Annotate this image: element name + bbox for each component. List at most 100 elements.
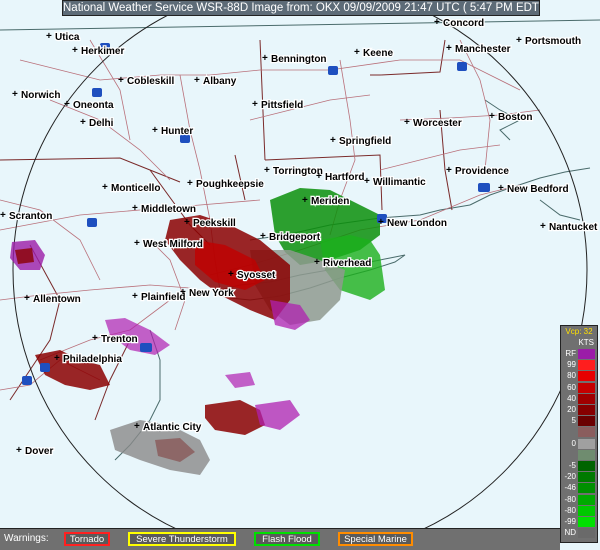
warning-special-marine[interactable]: Special Marine xyxy=(338,532,413,546)
city-label: Bennington xyxy=(271,54,327,65)
warnings-bar: Warnings: Tornado Severe Thunderstorm Fl… xyxy=(0,528,560,550)
city-label: Nantucket xyxy=(549,222,598,233)
city-label: Hunter xyxy=(161,126,193,137)
city-label: Middletown xyxy=(141,204,196,215)
city-label: Hartford xyxy=(325,172,364,183)
legend-row-label: 99 xyxy=(567,360,576,370)
city-label: West Milford xyxy=(143,239,203,250)
shield-78-icon xyxy=(22,376,32,385)
city-marker-icon: + xyxy=(262,53,268,64)
legend-row-label: 80 xyxy=(567,371,576,381)
warning-severe-thunderstorm-label: Severe Thunderstorm xyxy=(136,534,228,545)
radar-map: + Concord+ Utica+ Herkimer+ Bennington+ Keene… xyxy=(0,0,600,550)
city-marker-icon: + xyxy=(316,171,322,182)
shield-93-icon xyxy=(457,62,467,71)
radar-header: National Weather Service WSR-88D Image f… xyxy=(62,0,540,16)
warning-severe-thunderstorm[interactable]: Severe Thunderstorm xyxy=(128,532,236,546)
city-marker-icon: + xyxy=(446,165,452,176)
city-marker-icon: + xyxy=(354,47,360,58)
legend-row: ND xyxy=(561,527,597,539)
city-marker-icon: + xyxy=(330,135,336,146)
legend-row-label: -46 xyxy=(564,483,576,493)
city-label: Concord xyxy=(443,18,484,29)
echo-west-red xyxy=(15,248,34,264)
city-marker-icon: + xyxy=(80,117,86,128)
warning-special-marine-label: Special Marine xyxy=(344,534,407,545)
legend-row: -20 xyxy=(561,471,597,483)
city-label: Trenton xyxy=(101,334,138,345)
legend-swatch xyxy=(578,517,595,527)
legend-row: 0 xyxy=(561,438,597,450)
legend-mode: Vcp: 32 xyxy=(565,327,593,336)
city-marker-icon: + xyxy=(0,210,6,221)
city-marker-icon: + xyxy=(16,445,22,456)
city-marker-icon: + xyxy=(378,217,384,228)
legend-row-label: RF xyxy=(565,349,576,358)
legend-row xyxy=(561,426,597,438)
city-label: Portsmouth xyxy=(525,36,581,47)
city-marker-icon: + xyxy=(54,353,60,364)
legend-swatch xyxy=(578,472,595,483)
city-marker-icon: + xyxy=(302,195,308,206)
city-label: New London xyxy=(387,218,447,229)
city-marker-icon: + xyxy=(24,293,30,304)
legend-row: -46 xyxy=(561,482,597,494)
city-marker-icon: + xyxy=(132,203,138,214)
city-marker-icon: + xyxy=(72,45,78,56)
city-label: Keene xyxy=(363,48,393,59)
legend-swatch xyxy=(578,405,595,415)
warnings-label: Warnings: xyxy=(4,533,49,544)
legend-row: 60 xyxy=(561,382,597,394)
legend-row-label: 40 xyxy=(567,393,576,403)
warning-flash-flood[interactable]: Flash Flood xyxy=(254,532,320,546)
legend-swatch xyxy=(578,382,595,393)
city-label: Dover xyxy=(25,446,53,457)
city-marker-icon: + xyxy=(489,111,495,122)
city-marker-icon: + xyxy=(434,17,440,28)
legend-row-label: ND xyxy=(564,528,576,538)
city-marker-icon: + xyxy=(152,125,158,136)
legend-row-label: -5 xyxy=(568,461,576,470)
legend-swatch xyxy=(578,371,595,382)
legend-swatch xyxy=(578,483,595,494)
shield-195-icon xyxy=(478,183,490,192)
city-label: Delhi xyxy=(89,118,114,129)
city-marker-icon: + xyxy=(180,287,186,298)
city-marker-icon: + xyxy=(134,421,140,432)
legend-row-label: -20 xyxy=(564,472,576,482)
city-label: Atlantic City xyxy=(143,422,202,433)
city-label: Herkimer xyxy=(81,46,124,57)
legend-row-label: -99 xyxy=(564,517,576,526)
city-label: Springfield xyxy=(339,136,391,147)
city-label: Norwich xyxy=(21,90,60,101)
legend-row: -5 xyxy=(561,460,597,472)
shield-195b-icon xyxy=(140,343,152,352)
warning-tornado[interactable]: Tornado xyxy=(64,532,110,546)
city-marker-icon: + xyxy=(194,75,200,86)
city-marker-icon: + xyxy=(364,176,370,187)
legend-swatch xyxy=(578,494,595,505)
legend-row-label: -80 xyxy=(564,494,576,504)
legend-swatch xyxy=(578,438,595,449)
shield-84-icon xyxy=(87,218,97,227)
shield-76-icon xyxy=(40,363,50,372)
city-label: Manchester xyxy=(455,44,511,55)
city-marker-icon: + xyxy=(404,117,410,128)
legend-row: 99 xyxy=(561,359,597,371)
city-marker-icon: + xyxy=(314,257,320,268)
city-marker-icon: + xyxy=(132,291,138,302)
legend-swatch xyxy=(578,461,595,471)
legend-row-label: 60 xyxy=(567,382,576,392)
city-label: Monticello xyxy=(111,183,160,194)
legend-swatch xyxy=(578,505,595,516)
city-marker-icon: + xyxy=(260,231,266,242)
city-label: Allentown xyxy=(33,294,81,305)
city-label: Oneonta xyxy=(73,100,114,111)
legend-row: -99 xyxy=(561,516,597,528)
city-label: Pittsfield xyxy=(261,100,303,111)
city-label: New Bedford xyxy=(507,184,569,195)
legend-row: -80 xyxy=(561,505,597,517)
city-marker-icon: + xyxy=(184,217,190,228)
city-label: Providence xyxy=(455,166,509,177)
city-label: Scranton xyxy=(9,211,52,222)
